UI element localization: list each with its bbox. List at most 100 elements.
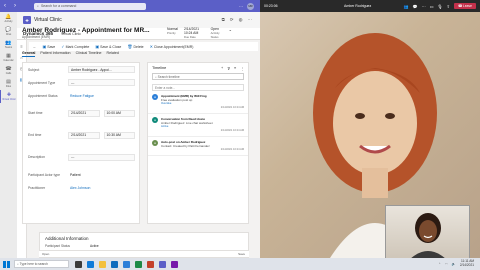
- teams-icon[interactable]: [159, 260, 166, 268]
- rail-label: Files: [5, 84, 12, 88]
- popout-icon[interactable]: ⧉: [222, 17, 225, 23]
- refresh-icon[interactable]: ⟳: [230, 17, 234, 23]
- practitioner-lookup[interactable]: Alex Johnson: [68, 184, 135, 191]
- clock-date: 2/14/2021: [459, 263, 474, 267]
- task-view-icon[interactable]: [75, 260, 82, 268]
- subject-input[interactable]: Amber Rodriguez - Appoi...: [68, 66, 135, 73]
- field-appointment-type: Appointment Type ---: [23, 76, 139, 89]
- camera-icon[interactable]: ▭: [430, 4, 434, 9]
- edge-icon[interactable]: [87, 260, 94, 268]
- command-search-placeholder: Search for a command: [40, 4, 77, 8]
- save-close-button[interactable]: ▣Save & Close: [95, 44, 121, 49]
- file-explorer-icon[interactable]: [99, 260, 106, 268]
- forward-arrow-icon[interactable]: ›: [10, 3, 20, 9]
- add-icon[interactable]: +: [221, 66, 223, 71]
- tab-patient-information[interactable]: Patient Information: [40, 51, 70, 57]
- participant-status-value[interactable]: Active: [90, 244, 99, 248]
- rail-item-files[interactable]: ▤ Files: [0, 77, 17, 90]
- field-label: Participant Status: [45, 244, 70, 248]
- rail-item-chat[interactable]: 💬 Chat: [0, 25, 17, 38]
- tab-clinical-timeline[interactable]: Clinical Timeline: [76, 51, 102, 57]
- more-icon[interactable]: ⋮: [240, 66, 244, 71]
- share-screen-icon[interactable]: ⇪: [447, 4, 450, 9]
- taskbar-search[interactable]: ⌕ Type here to search: [14, 260, 69, 268]
- status-save-button[interactable]: Save: [238, 252, 249, 256]
- save-icon: ▣: [42, 44, 47, 49]
- people-icon[interactable]: 👥: [404, 4, 409, 9]
- field-label: Start time: [28, 111, 43, 115]
- record-status-bar: Open Save: [39, 250, 249, 257]
- chat-icon[interactable]: 💬: [413, 4, 418, 9]
- check-icon: ✓: [61, 44, 65, 49]
- rail-item-virtual-clinic[interactable]: ✚ Virtual Clinic: [0, 90, 17, 103]
- field-practitioner: Practitioner Alex Johnson: [23, 181, 139, 194]
- close-appointment-button[interactable]: ✕Close Appointment(EMR): [150, 44, 194, 49]
- start-time-input[interactable]: 10:00 AM: [103, 109, 135, 117]
- appointment-type-select[interactable]: ---: [68, 79, 135, 86]
- chevron-up-icon[interactable]: ⌃: [438, 262, 441, 266]
- microphone-icon[interactable]: 🎙: [438, 4, 443, 9]
- wifi-icon[interactable]: ◠: [445, 262, 448, 266]
- rail-item-calls[interactable]: ☎ Calls: [0, 64, 17, 77]
- more-icon[interactable]: ⋯: [422, 4, 426, 9]
- practitioner-link[interactable]: Alex Johnson: [70, 186, 90, 190]
- tab-related[interactable]: Related: [107, 51, 119, 57]
- start-date-input[interactable]: 2/14/2021: [68, 109, 100, 117]
- powerpoint-icon[interactable]: [147, 260, 154, 268]
- field-subject: Subject Amber Rodriguez - Appoi...: [23, 63, 139, 76]
- field-label: Practitioner: [28, 185, 46, 190]
- description-textarea[interactable]: ---: [68, 153, 135, 161]
- back-arrow-icon[interactable]: ‹: [0, 3, 10, 9]
- timeline-item[interactable]: ● Auto-post on Amber Rodriguez Contact: Cr…: [148, 137, 248, 156]
- rail-item-calendar[interactable]: ▦ Calendar: [0, 51, 17, 64]
- start-button[interactable]: [3, 260, 10, 268]
- field-label: Appointment Status: [28, 93, 58, 98]
- delete-label: Delete: [133, 45, 144, 49]
- globe-icon[interactable]: ◍: [239, 17, 243, 23]
- field-appointment-status: Appointment Status Reduce Fatigue: [23, 89, 139, 102]
- leave-call-button[interactable]: ☎ Leave: [453, 3, 476, 9]
- tab-general[interactable]: General: [22, 51, 36, 57]
- record-header: Amber Rodriguez - Appointment for MR... …: [22, 27, 232, 39]
- mark-complete-button[interactable]: ✓Mark Complete: [61, 44, 89, 49]
- rail-item-teams[interactable]: 👥 Teams: [0, 38, 17, 51]
- clinic-logo-icon: ✚: [23, 16, 31, 24]
- rail-label: Calls: [5, 71, 12, 75]
- participant-actor-type-value[interactable]: Patient: [68, 171, 135, 178]
- avatar[interactable]: MR: [247, 2, 254, 10]
- timeline-search-placeholder: Search timeline: [157, 74, 180, 79]
- hamburger-icon[interactable]: ≡: [20, 44, 22, 49]
- more-icon[interactable]: ⋯: [248, 17, 253, 23]
- general-form: Subject Amber Rodriguez - Appoi... Appoin…: [22, 62, 140, 224]
- outlook-icon[interactable]: [111, 260, 118, 268]
- filter-icon[interactable]: ⊽: [227, 66, 230, 71]
- note-input[interactable]: Enter a note...: [152, 84, 244, 91]
- timeline-search[interactable]: ⌕ Search timeline: [152, 73, 244, 80]
- chevron-down-icon[interactable]: ⌄: [229, 27, 232, 39]
- delete-button[interactable]: 🗑Delete: [127, 44, 143, 49]
- command-search[interactable]: ⌕ Search for a command: [34, 2, 146, 10]
- rail-item-activity[interactable]: 🔔 Activity: [0, 12, 17, 25]
- appointment-status-lookup[interactable]: Reduce Fatigue: [68, 92, 135, 99]
- timeline-item[interactable]: ● Conversation from Reed Hoste Amber Rodri…: [148, 114, 248, 137]
- save-button[interactable]: ▣Save: [43, 44, 56, 49]
- timeline-item-time: 2/14/2021 10:24 AM: [220, 106, 244, 109]
- field-label: Appointment Type: [28, 80, 56, 85]
- timeline-item[interactable]: ● Appointment (EMR) by Will Fing Free eval…: [148, 91, 248, 114]
- end-date-input[interactable]: 2/14/2021: [68, 131, 100, 139]
- app-title: Virtual Clinic: [34, 17, 62, 23]
- timeline-item-body: Auto-post on Amber Rodriguez Contact: Cre…: [161, 140, 244, 152]
- word-icon[interactable]: [123, 260, 130, 268]
- back-button[interactable]: ←: [33, 45, 37, 49]
- meta-priority: Normal Priority: [167, 27, 178, 39]
- end-time-input[interactable]: 10:30 AM: [103, 131, 135, 139]
- close-icon: ✕: [149, 44, 153, 49]
- list-icon[interactable]: ≡: [234, 66, 236, 71]
- appointment-status-link[interactable]: Reduce Fatigue: [70, 94, 94, 98]
- volume-icon[interactable]: 🔈: [452, 262, 456, 266]
- activity-type-icon: ●: [152, 140, 158, 146]
- taskbar-clock[interactable]: 11:11 AM 2/14/2021: [459, 259, 474, 268]
- more-options-icon[interactable]: ⋯: [239, 4, 243, 9]
- excel-icon[interactable]: [135, 260, 142, 268]
- onenote-icon[interactable]: [171, 260, 178, 268]
